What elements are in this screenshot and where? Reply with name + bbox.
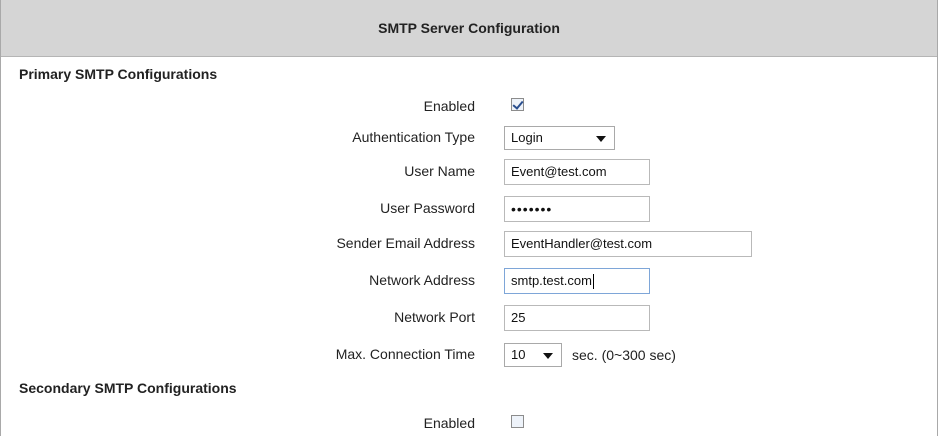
sender-email-row: Sender Email Address EventHandler@test.c…: [1, 231, 937, 257]
auth-type-label: Authentication Type: [352, 129, 475, 145]
user-password-row: User Password •••••••: [1, 196, 937, 222]
network-port-row: Network Port 25: [1, 305, 937, 331]
secondary-enabled-row: Enabled: [1, 411, 937, 436]
secondary-section-title: Secondary SMTP Configurations: [19, 380, 237, 396]
network-address-value: smtp.test.com: [511, 273, 592, 288]
auth-type-row: Authentication Type Login: [1, 125, 937, 151]
network-port-value: 25: [511, 310, 526, 325]
auth-type-value: Login: [511, 130, 543, 145]
network-address-row: Network Address smtp.test.com: [1, 268, 937, 294]
chevron-down-icon: [543, 353, 553, 359]
primary-enabled-row: Enabled: [1, 94, 937, 120]
max-connection-time-label: Max. Connection Time: [335, 346, 475, 362]
user-password-value: •••••••: [511, 201, 553, 217]
user-name-value: Event@test.com: [511, 164, 607, 179]
panel-header: SMTP Server Configuration: [1, 0, 937, 57]
network-address-input[interactable]: smtp.test.com: [504, 268, 650, 294]
user-name-row: User Name Event@test.com: [1, 159, 937, 185]
chevron-down-icon: [596, 136, 606, 142]
auth-type-select[interactable]: Login: [504, 126, 615, 150]
secondary-enabled-label: Enabled: [423, 415, 475, 431]
sender-email-label: Sender Email Address: [336, 235, 475, 251]
panel-title: SMTP Server Configuration: [378, 20, 560, 36]
network-port-label: Network Port: [394, 309, 475, 325]
user-password-input[interactable]: •••••••: [504, 196, 650, 222]
user-password-label: User Password: [380, 200, 475, 216]
sender-email-input[interactable]: EventHandler@test.com: [504, 231, 752, 257]
secondary-enabled-checkbox[interactable]: [511, 415, 524, 428]
max-connection-time-row: Max. Connection Time 10 sec. (0~300 sec): [1, 342, 937, 368]
network-port-input[interactable]: 25: [504, 305, 650, 331]
max-connection-time-value: 10: [511, 347, 526, 362]
text-cursor: [592, 274, 594, 290]
sender-email-value: EventHandler@test.com: [511, 236, 653, 251]
primary-enabled-checkbox[interactable]: [511, 98, 524, 111]
network-address-label: Network Address: [369, 272, 475, 288]
primary-enabled-label: Enabled: [423, 98, 475, 114]
max-connection-time-suffix: sec. (0~300 sec): [572, 347, 676, 363]
user-name-label: User Name: [404, 163, 475, 179]
max-connection-time-select[interactable]: 10: [504, 343, 562, 367]
user-name-input[interactable]: Event@test.com: [504, 159, 650, 185]
primary-section-title: Primary SMTP Configurations: [19, 66, 218, 82]
smtp-config-panel: SMTP Server Configuration Primary SMTP C…: [0, 0, 938, 436]
